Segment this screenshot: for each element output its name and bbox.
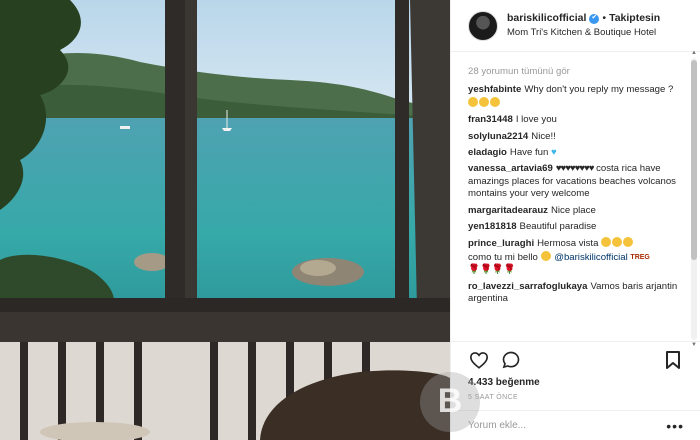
comment-text-line2: como tu mi bello	[468, 251, 538, 263]
comment-text: Why don't you reply my message ?	[524, 84, 674, 96]
comment-username[interactable]: fran31448	[468, 114, 513, 125]
comment-item: fran31448 I love you	[468, 114, 681, 126]
smile-emoji-icon	[623, 237, 634, 248]
separator-dot: •	[602, 12, 607, 24]
post-side-panel: bariskilicofficial ✔ • Takiptesin Mom Tr…	[450, 0, 700, 440]
comment-item: ro_lavezzi_sarrafoglukaya Vamos baris arj…	[468, 281, 681, 306]
comment-username[interactable]: yeshfabinte	[468, 84, 521, 95]
header-text: bariskilicofficial ✔ • Takiptesin Mom Tr…	[507, 12, 660, 39]
heart-eyes-emoji-icon	[601, 237, 612, 248]
sea-view-photo	[0, 0, 450, 440]
action-row	[468, 348, 684, 372]
save-bookmark-icon[interactable]	[662, 349, 684, 371]
comment-bubble-icon[interactable]	[500, 349, 522, 371]
like-heart-icon[interactable]	[468, 349, 490, 371]
following-button[interactable]: Takiptesin	[609, 12, 660, 25]
comment-text: Hermosa vista	[537, 238, 599, 250]
comment-item: prince_luraghi Hermosa vista como tu mi b…	[468, 237, 681, 276]
comment-username[interactable]: prince_luraghi	[468, 238, 534, 249]
likes-count[interactable]: 4.433 beğenme	[468, 377, 684, 388]
load-more-comments-link[interactable]: 28 yorumun tümünü gör	[468, 66, 681, 78]
comment-username[interactable]: ro_lavezzi_sarrafoglukaya	[468, 281, 587, 292]
post-header: bariskilicofficial ✔ • Takiptesin Mom Tr…	[451, 0, 700, 52]
comment-text: Beautiful paradise	[519, 221, 597, 233]
comment-item: margaritadearauz Nice place	[468, 205, 681, 217]
comment-username[interactable]: solyluna2214	[468, 131, 528, 142]
add-comment-input[interactable]	[468, 420, 658, 431]
more-options-icon[interactable]: •••	[666, 418, 684, 434]
comment-username[interactable]: yen181818	[468, 221, 517, 232]
comment-text: Nice place	[550, 204, 596, 216]
scroll-thumb[interactable]	[691, 60, 697, 260]
comments-scrollbar[interactable]: ▲ ▼	[691, 50, 697, 348]
smile-emoji-icon	[540, 250, 551, 261]
flag-tag: TREG	[630, 253, 650, 261]
comment-text: Nice!!	[531, 130, 556, 142]
location-link[interactable]: Mom Tri's Kitchen & Boutique Hotel	[507, 27, 660, 39]
comment-item: vanessa_artavia69 ♥♥♥♥♥♥♥♥ costa rica hav…	[468, 163, 681, 200]
comment-item: yeshfabinte Why don't you reply my messag…	[468, 84, 681, 110]
heart-eyes-emoji-icon	[612, 237, 623, 248]
crying-emoji-icon	[490, 96, 500, 107]
verified-badge-icon: ✔	[589, 13, 600, 24]
comment-item: eladagio Have fun ♥	[468, 147, 681, 159]
post-actions: 4.433 beğenme 5 saat önce	[451, 341, 700, 401]
mention-link[interactable]: @bariskilicofficial	[554, 252, 628, 263]
comment-item: yen181818 Beautiful paradise	[468, 221, 681, 233]
hearts-emoji: ♥♥♥♥♥♥♥♥	[555, 163, 595, 175]
comment-username[interactable]: eladagio	[468, 147, 507, 158]
crying-emoji-icon	[479, 96, 489, 107]
header-row: bariskilicofficial ✔ • Takiptesin	[507, 12, 660, 25]
comment-username[interactable]: vanessa_artavia69	[468, 163, 553, 174]
comment-text: I love you	[515, 114, 557, 126]
avatar[interactable]	[468, 10, 498, 41]
comment-item: solyluna2214 Nice!!	[468, 131, 681, 143]
comment-text: Have fun	[509, 147, 549, 159]
post-photo[interactable]	[0, 0, 450, 440]
add-comment-bar: •••	[451, 410, 700, 440]
username-link[interactable]: bariskilicofficial	[507, 12, 586, 25]
comment-username[interactable]: margaritadearauz	[468, 205, 548, 216]
blue-heart-icon: ♥	[551, 147, 557, 159]
post-timestamp[interactable]: 5 saat önce	[468, 394, 684, 401]
comments-list[interactable]: 28 yorumun tümünü gör yeshfabinte Why don…	[451, 58, 689, 340]
crying-emoji-icon	[468, 96, 478, 107]
scroll-up-arrow-icon[interactable]: ▲	[691, 50, 697, 56]
roses-emoji: 🌹🌹🌹🌹	[468, 264, 516, 276]
